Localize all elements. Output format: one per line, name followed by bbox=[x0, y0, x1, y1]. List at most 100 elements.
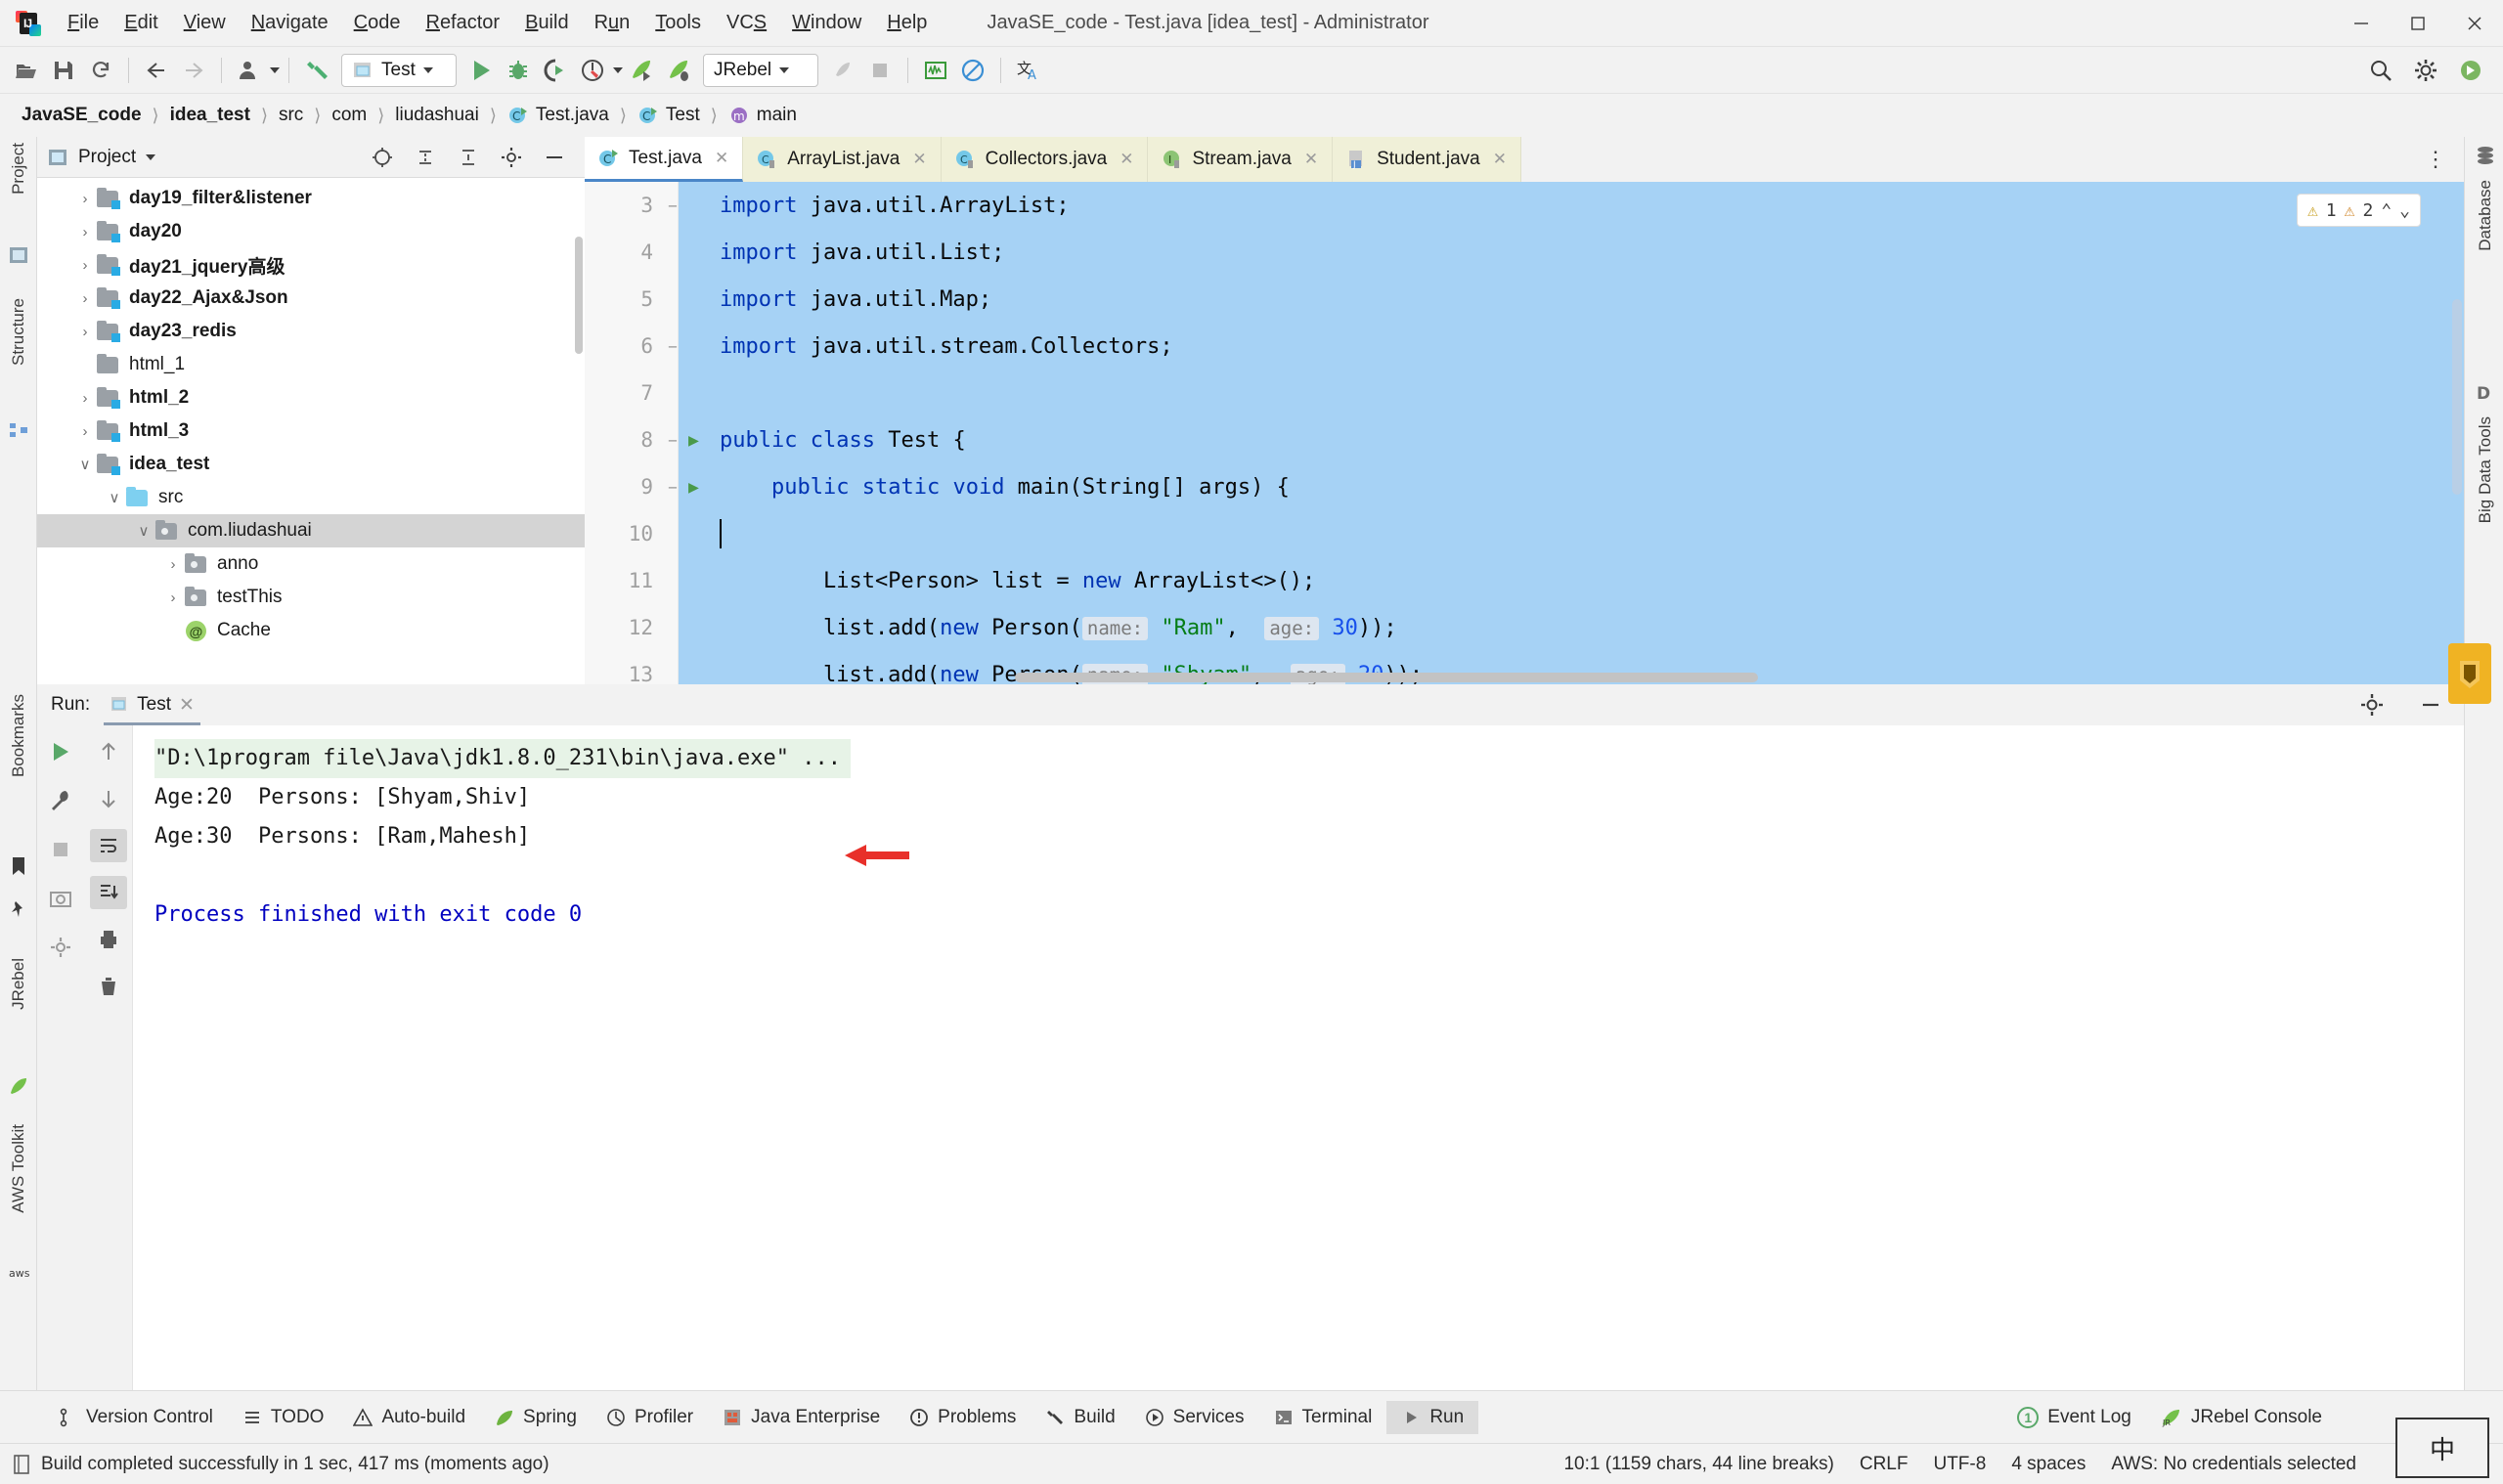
tree-node[interactable]: ∨ com.liudashuai bbox=[37, 514, 585, 547]
close-button[interactable] bbox=[2446, 0, 2503, 47]
caret-position[interactable]: 10:1 (1159 chars, 44 line breaks) bbox=[1563, 1454, 1833, 1475]
tree-expand-arrow-icon[interactable]: › bbox=[162, 589, 184, 606]
rail-icon-jrebel[interactable] bbox=[2, 1075, 35, 1097]
tree-node[interactable]: › day19_filter&listener bbox=[37, 182, 585, 215]
toolwindow-button-problems[interactable]: Problems bbox=[895, 1401, 1031, 1434]
update-icon[interactable] bbox=[824, 52, 861, 89]
sync-icon[interactable] bbox=[82, 52, 119, 89]
collapse-all-icon[interactable] bbox=[415, 147, 436, 168]
tree-node[interactable]: ∨ src bbox=[37, 481, 585, 514]
stop-icon[interactable] bbox=[861, 52, 899, 89]
code-line[interactable]: 11 List<Person> list = new ArrayList<>()… bbox=[585, 557, 2464, 604]
menu-code[interactable]: Code bbox=[341, 8, 414, 38]
ime-indicator[interactable]: 中 bbox=[2395, 1418, 2489, 1478]
close-icon[interactable]: ✕ bbox=[179, 694, 195, 717]
menu-build[interactable]: Build bbox=[512, 8, 581, 38]
rail-icon-aws[interactable]: aws bbox=[2, 1261, 35, 1283]
rail-item-project[interactable]: Project bbox=[2, 143, 35, 195]
code-line[interactable]: 5 import java.util.Map; bbox=[585, 276, 2464, 323]
tree-expand-arrow-icon[interactable]: › bbox=[74, 390, 96, 407]
maximize-button[interactable] bbox=[2390, 0, 2446, 47]
settings-gear-icon[interactable] bbox=[2407, 52, 2444, 89]
open-icon[interactable] bbox=[8, 52, 45, 89]
rail-icon-database[interactable] bbox=[2469, 145, 2502, 168]
inspection-next-icon[interactable]: ⌄ bbox=[2399, 200, 2410, 221]
scroll-to-end-icon[interactable] bbox=[89, 876, 127, 909]
rail-item-jrebel[interactable]: JRebel bbox=[2, 958, 35, 1010]
tree-node[interactable]: › day22_Ajax&Json bbox=[37, 282, 585, 315]
tree-node[interactable]: › day23_redis bbox=[37, 315, 585, 348]
menu-view[interactable]: View bbox=[171, 8, 239, 38]
editor-tab[interactable]: J Student.java ✕ bbox=[1333, 137, 1521, 182]
tree-expand-arrow-icon[interactable]: › bbox=[74, 224, 96, 240]
code-editor[interactable]: 3− import java.util.ArrayList; 4 import jav… bbox=[585, 182, 2464, 684]
user-profile-icon[interactable] bbox=[231, 52, 268, 89]
run-icon[interactable] bbox=[462, 52, 500, 89]
jrebel-debug-icon[interactable] bbox=[660, 52, 697, 89]
tree-node[interactable]: › html_2 bbox=[37, 381, 585, 415]
editor-tab-options-icon[interactable]: ⋮ bbox=[2409, 137, 2464, 182]
hide-panel-icon[interactable] bbox=[544, 147, 565, 168]
rail-item-structure[interactable]: Structure bbox=[2, 298, 35, 366]
editor-vertical-scrollbar[interactable] bbox=[2452, 299, 2462, 495]
tree-node[interactable]: html_1 bbox=[37, 348, 585, 381]
profile-dropdown-caret-icon[interactable] bbox=[270, 66, 280, 73]
locate-icon[interactable] bbox=[372, 147, 393, 168]
hammer-build-icon[interactable] bbox=[298, 52, 335, 89]
monitor-icon[interactable] bbox=[917, 52, 954, 89]
stop-icon[interactable] bbox=[42, 833, 79, 866]
camera-icon[interactable] bbox=[42, 882, 79, 915]
menu-help[interactable]: Help bbox=[874, 8, 940, 38]
code-line[interactable]: 7 bbox=[585, 370, 2464, 416]
aws-credentials[interactable]: AWS: No credentials selected bbox=[2111, 1454, 2356, 1475]
tree-node[interactable]: ∨ idea_test bbox=[37, 448, 585, 481]
tree-expand-arrow-icon[interactable]: ∨ bbox=[74, 456, 96, 473]
jrebel-config-selector[interactable]: JRebel bbox=[703, 53, 818, 87]
fold-toggle-icon[interactable]: − bbox=[665, 431, 681, 450]
rail-item-aws-toolkit[interactable]: AWS Toolkit bbox=[2, 1124, 35, 1213]
soft-wrap-icon[interactable] bbox=[89, 829, 127, 862]
rail-item-bookmarks[interactable]: Bookmarks bbox=[2, 694, 35, 777]
inspection-widget[interactable]: ⚠ 1 ⚠ 2 ⌃ ⌄ bbox=[2296, 194, 2421, 227]
breadcrumb-item-project[interactable]: JavaSE_code bbox=[16, 103, 148, 128]
project-tree-scrollbar[interactable] bbox=[575, 237, 583, 354]
editor-tab[interactable]: I Stream.java ✕ bbox=[1148, 137, 1334, 182]
jrebel-floating-button[interactable] bbox=[2448, 643, 2491, 704]
run-gutter-icon[interactable]: ▶ bbox=[688, 430, 699, 451]
no-entry-icon[interactable] bbox=[954, 52, 991, 89]
console-output[interactable]: "D:\1program file\Java\jdk1.8.0_231\bin\… bbox=[133, 725, 2464, 1390]
settings-gear-icon[interactable] bbox=[2360, 693, 2384, 717]
code-line[interactable]: 6− import java.util.stream.Collectors; bbox=[585, 323, 2464, 370]
close-icon[interactable]: ✕ bbox=[1120, 150, 1133, 169]
toolwindow-button-version-control[interactable]: Version Control bbox=[43, 1401, 228, 1434]
toolwindow-button-auto-build[interactable]: Auto-build bbox=[338, 1401, 480, 1434]
rail-item-database[interactable]: Database bbox=[2469, 180, 2502, 251]
print-icon[interactable] bbox=[90, 923, 127, 956]
breadcrumb-item-method[interactable]: m main bbox=[723, 103, 803, 128]
file-encoding[interactable]: UTF-8 bbox=[1933, 1454, 1986, 1475]
scroll-down-icon[interactable] bbox=[90, 782, 127, 815]
search-icon[interactable] bbox=[2362, 52, 2399, 89]
toolwindow-button-todo[interactable]: TODO bbox=[228, 1401, 339, 1434]
rail-item-big-data-tools[interactable]: Big Data Tools bbox=[2469, 416, 2502, 523]
toolwindow-jrebel-console[interactable]: JR JRebel Console bbox=[2146, 1401, 2337, 1434]
tree-node[interactable]: › anno bbox=[37, 547, 585, 581]
fold-toggle-icon[interactable]: − bbox=[665, 337, 681, 356]
code-line[interactable]: 12 list.add(new Person(name: "Ram", age:… bbox=[585, 604, 2464, 651]
toolwindow-button-terminal[interactable]: Terminal bbox=[1259, 1401, 1387, 1434]
tree-expand-arrow-icon[interactable]: ∨ bbox=[104, 489, 125, 506]
editor-tab[interactable]: C ArrayList.java ✕ bbox=[743, 137, 942, 182]
tree-node[interactable]: @ Cache bbox=[37, 614, 585, 647]
tree-expand-arrow-icon[interactable]: › bbox=[74, 257, 96, 274]
account-avatar-icon[interactable] bbox=[2452, 52, 2489, 89]
menu-run[interactable]: Run bbox=[582, 8, 643, 38]
chevron-down-icon[interactable] bbox=[422, 66, 433, 73]
expand-icon[interactable] bbox=[458, 147, 479, 168]
code-line[interactable]: 3− import java.util.ArrayList; bbox=[585, 182, 2464, 229]
menu-edit[interactable]: Edit bbox=[111, 8, 170, 38]
close-icon[interactable]: ✕ bbox=[1493, 150, 1507, 169]
chevron-down-icon[interactable] bbox=[779, 66, 790, 73]
fold-toggle-icon[interactable]: − bbox=[665, 196, 681, 215]
tree-node[interactable]: › testThis bbox=[37, 581, 585, 614]
wrench-icon[interactable] bbox=[42, 784, 79, 817]
